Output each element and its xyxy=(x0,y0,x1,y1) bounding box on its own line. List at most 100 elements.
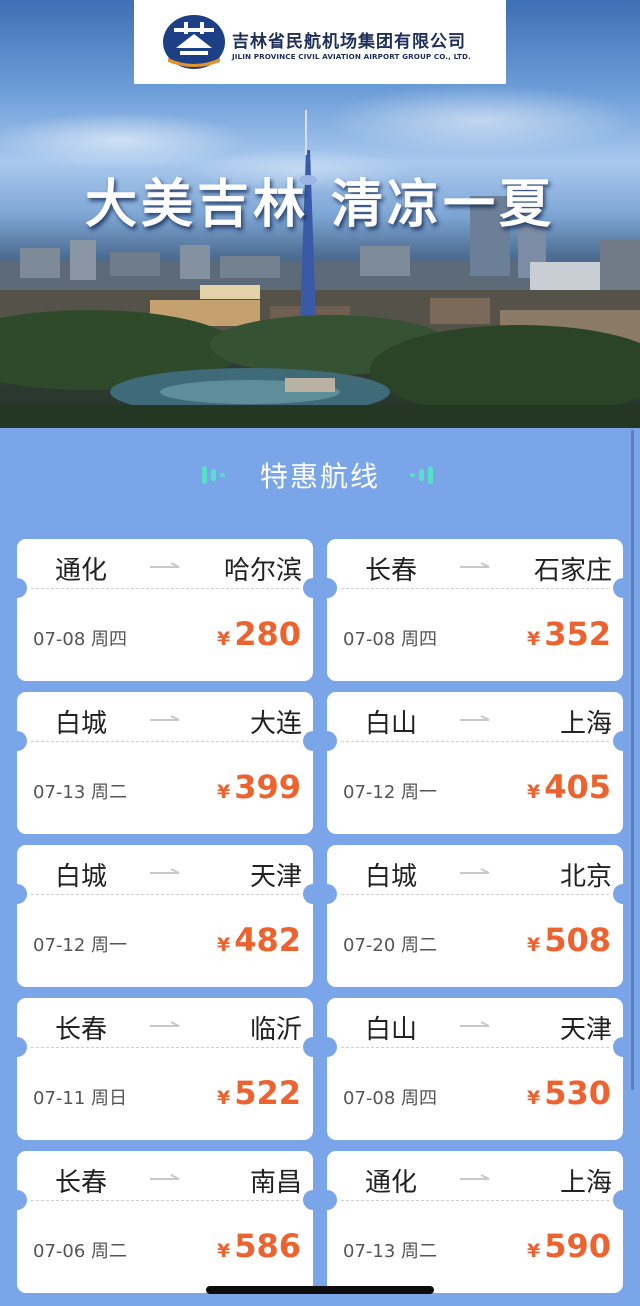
airport-emblem-icon xyxy=(163,15,225,69)
route-card[interactable]: 白城 大连 07-13 周二 ¥399 xyxy=(17,692,313,834)
route-card[interactable]: 白城 北京 07-20 周二 ¥508 xyxy=(327,845,623,987)
fare-amount: 590 xyxy=(544,1227,611,1265)
ticket-notch-left xyxy=(327,884,337,904)
origin-city: 白山 xyxy=(365,709,418,739)
origin-city: 白山 xyxy=(365,1015,418,1045)
ticket-divider xyxy=(31,741,299,742)
route-arrow-icon xyxy=(150,868,180,874)
fare-price: ¥280 xyxy=(217,615,301,653)
fare-price: ¥530 xyxy=(527,1074,611,1112)
ticket-divider xyxy=(341,588,609,589)
home-indicator[interactable] xyxy=(206,1286,434,1294)
ticket-notch-right xyxy=(303,731,313,751)
fare-price: ¥508 xyxy=(527,921,611,959)
fare-amount: 405 xyxy=(544,768,611,806)
route-card[interactable]: 白城 天津 07-12 周一 ¥482 xyxy=(17,845,313,987)
ticket-notch-left xyxy=(327,731,337,751)
currency-symbol: ¥ xyxy=(216,1087,231,1109)
route-arrow-icon xyxy=(150,562,180,568)
ticket-notch-left xyxy=(17,578,27,598)
origin-city: 白城 xyxy=(55,709,108,739)
fare-amount: 586 xyxy=(234,1227,301,1265)
fare-amount: 530 xyxy=(544,1074,611,1112)
origin-city: 白城 xyxy=(55,862,108,892)
currency-symbol: ¥ xyxy=(216,628,231,650)
destination-city: 大连 xyxy=(249,709,302,739)
flight-date: 07-20 周二 xyxy=(343,935,438,956)
route-arrow-icon xyxy=(460,1021,490,1027)
route-card[interactable]: 长春 南昌 07-06 周二 ¥586 xyxy=(17,1151,313,1293)
route-card[interactable]: 长春 临沂 07-11 周日 ¥522 xyxy=(17,998,313,1140)
fare-price: ¥405 xyxy=(527,768,611,806)
ticket-divider xyxy=(31,894,299,895)
destination-city: 上海 xyxy=(559,1168,612,1198)
fare-amount: 399 xyxy=(234,768,301,806)
flight-date: 07-08 周四 xyxy=(343,629,438,650)
currency-symbol: ¥ xyxy=(216,781,231,803)
ticket-notch-right xyxy=(303,1190,313,1210)
fare-price: ¥482 xyxy=(217,921,301,959)
route-arrow-icon xyxy=(460,715,490,721)
route-arrow-icon xyxy=(460,562,490,568)
ticket-divider xyxy=(341,894,609,895)
origin-city: 通化 xyxy=(365,1168,418,1198)
title-decoration-right-icon xyxy=(410,466,440,484)
currency-symbol: ¥ xyxy=(526,781,541,803)
ticket-notch-left xyxy=(327,578,337,598)
ticket-notch-left xyxy=(17,1037,27,1057)
flight-date: 07-13 周二 xyxy=(33,782,128,803)
ticket-divider xyxy=(341,1047,609,1048)
flight-date: 07-12 周一 xyxy=(33,935,128,956)
ticket-divider xyxy=(341,1200,609,1201)
destination-city: 天津 xyxy=(559,1015,612,1045)
fare-price: ¥522 xyxy=(217,1074,301,1112)
ticket-notch-right xyxy=(613,731,623,751)
route-card[interactable]: 白山 天津 07-08 周四 ¥530 xyxy=(327,998,623,1140)
ticket-divider xyxy=(31,1047,299,1048)
route-arrow-icon xyxy=(150,715,180,721)
ticket-notch-right xyxy=(613,1037,623,1057)
destination-city: 天津 xyxy=(249,862,302,892)
ticket-notch-right xyxy=(613,1190,623,1210)
fare-price: ¥399 xyxy=(217,768,301,806)
destination-city: 石家庄 xyxy=(533,556,612,586)
destination-city: 临沂 xyxy=(249,1015,302,1045)
flight-date: 07-13 周二 xyxy=(343,1241,438,1262)
ticket-notch-left xyxy=(327,1190,337,1210)
ticket-notch-right xyxy=(613,578,623,598)
currency-symbol: ¥ xyxy=(526,1240,541,1262)
fare-amount: 280 xyxy=(234,615,301,653)
route-arrow-icon xyxy=(150,1021,180,1027)
ticket-notch-right xyxy=(303,578,313,598)
origin-city: 长春 xyxy=(55,1168,108,1198)
route-arrow-icon xyxy=(460,868,490,874)
scrollbar[interactable] xyxy=(631,430,634,1090)
ticket-notch-left xyxy=(17,884,27,904)
fare-price: ¥586 xyxy=(217,1227,301,1265)
ticket-notch-right xyxy=(303,1037,313,1057)
origin-city: 白城 xyxy=(365,862,418,892)
ticket-notch-left xyxy=(17,1190,27,1210)
destination-city: 南昌 xyxy=(249,1168,302,1198)
currency-symbol: ¥ xyxy=(526,628,541,650)
flight-date: 07-06 周二 xyxy=(33,1241,128,1262)
currency-symbol: ¥ xyxy=(216,1240,231,1262)
destination-city: 北京 xyxy=(559,862,612,892)
destination-city: 哈尔滨 xyxy=(223,556,302,586)
fare-amount: 522 xyxy=(234,1074,301,1112)
airport-group-logo: 吉林省民航机场集团有限公司 JILIN PROVINCE CIVIL AVIAT… xyxy=(134,0,506,84)
route-card[interactable]: 长春 石家庄 07-08 周四 ¥352 xyxy=(327,539,623,681)
ticket-notch-right xyxy=(613,884,623,904)
currency-symbol: ¥ xyxy=(526,934,541,956)
origin-city: 通化 xyxy=(55,556,108,586)
section-title: 特惠航线 xyxy=(259,460,380,493)
ticket-divider xyxy=(341,741,609,742)
route-card[interactable]: 白山 上海 07-12 周一 ¥405 xyxy=(327,692,623,834)
route-card[interactable]: 通化 哈尔滨 07-08 周四 ¥280 xyxy=(17,539,313,681)
fare-amount: 482 xyxy=(234,921,301,959)
route-card[interactable]: 通化 上海 07-13 周二 ¥590 xyxy=(327,1151,623,1293)
origin-city: 长春 xyxy=(55,1015,108,1045)
ticket-notch-left xyxy=(327,1037,337,1057)
fare-price: ¥590 xyxy=(527,1227,611,1265)
ticket-divider xyxy=(31,588,299,589)
